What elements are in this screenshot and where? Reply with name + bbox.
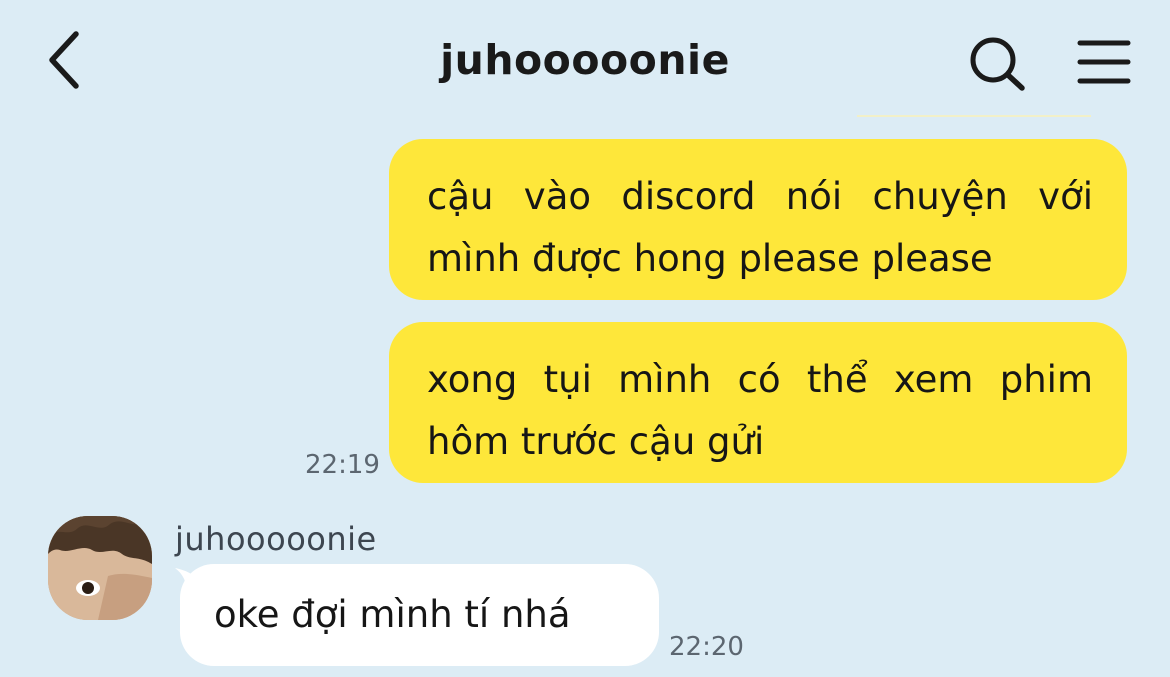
hamburger-menu-icon: [1077, 40, 1131, 84]
search-icon: [970, 37, 1025, 91]
outgoing-message-bubble[interactable]: cậu vào discord nói chuyện với mình được…: [389, 139, 1127, 300]
chat-header: juhooooonie: [0, 0, 1170, 125]
message-line: mình được hong please please: [427, 237, 993, 280]
outgoing-message-bubble[interactable]: xong tụi mình có thể xem phim hôm trước …: [389, 322, 1127, 483]
message-line: hôm trước cậu gửi: [427, 420, 765, 463]
incoming-message-bubble[interactable]: oke đợi mình tí nhá: [180, 564, 659, 666]
search-button[interactable]: [962, 30, 1032, 96]
message-text: oke đợi mình tí nhá: [214, 593, 571, 636]
avatar[interactable]: [48, 516, 152, 620]
message-line: cậu vào discord nói chuyện với: [427, 175, 1093, 218]
message-line: xong tụi mình có thể xem phim: [427, 358, 1093, 401]
menu-button[interactable]: [1068, 30, 1140, 96]
message-timestamp: 22:19: [305, 450, 380, 480]
message-timestamp: 22:20: [669, 632, 744, 662]
avatar-image: [48, 516, 152, 620]
sender-name: juhooooonie: [175, 520, 377, 558]
chat-screen: juhooooonie cậu vào discord nói chuyện v…: [0, 0, 1170, 677]
header-divider: [857, 115, 1091, 117]
